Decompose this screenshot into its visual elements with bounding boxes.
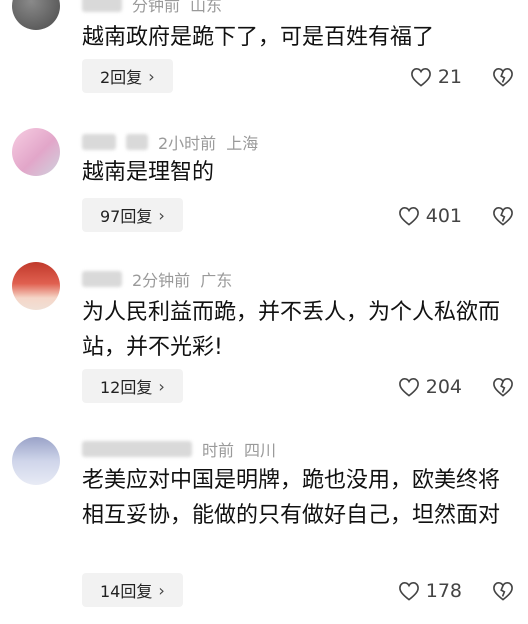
comment-time: 2小时前 (158, 134, 217, 153)
heart-icon (410, 67, 432, 87)
comment-meta: 2分钟前 广东 (82, 267, 232, 291)
like-button[interactable]: 204 (398, 376, 462, 398)
like-count: 401 (425, 205, 462, 227)
reply-button-label: 2回复 (100, 68, 143, 87)
chevron-right-icon: › (158, 580, 165, 600)
username-blurred (82, 0, 122, 12)
comment-text: 越南政府是跪下了，可是百姓有福了 (82, 25, 435, 50)
reply-button-label: 97回复 (100, 207, 153, 226)
comment-location: 山东 (190, 0, 223, 15)
comment-item: 时前 四川 老美应对中国是明牌，跪也没用，欧美终将相互妥协，能做的只有做好自己，… (0, 425, 528, 624)
broken-heart-icon (492, 67, 514, 87)
chevron-right-icon: › (148, 66, 155, 86)
comment-text: 老美应对中国是明牌，跪也没用，欧美终将相互妥协，能做的只有做好自己，坦然面对 (82, 468, 501, 528)
heart-icon (398, 377, 420, 397)
avatar[interactable] (12, 128, 60, 176)
broken-heart-icon (492, 206, 514, 226)
like-count: 21 (437, 66, 462, 88)
reply-button[interactable]: 97回复 › (82, 198, 183, 232)
comment-actions: 204 (398, 376, 514, 398)
comment-item: 分钟前 山东 越南政府是跪下了，可是百姓有福了 2回复 › 21 (0, 0, 528, 110)
comment-location: 四川 (244, 441, 277, 460)
comment-time: 时前 (202, 441, 235, 460)
username-blurred (82, 441, 192, 457)
dislike-button[interactable] (492, 206, 514, 226)
comment-time: 2分钟前 (132, 271, 191, 290)
avatar[interactable] (12, 0, 60, 30)
username-blurred (82, 271, 122, 287)
reply-button[interactable]: 14回复 › (82, 573, 183, 607)
like-count: 178 (425, 580, 462, 602)
comment-actions: 178 (398, 580, 514, 602)
reply-button-label: 14回复 (100, 582, 153, 601)
comment-meta: 2小时前 上海 (82, 130, 258, 154)
comment-text: 为人民利益而跪，并不丢人，为个人私欲而站，并不光彩! (82, 300, 501, 360)
comment-item: 2小时前 上海 越南是理智的 97回复 › 401 (0, 110, 528, 250)
reply-button[interactable]: 12回复 › (82, 369, 183, 403)
broken-heart-icon (492, 581, 514, 601)
like-count: 204 (425, 376, 462, 398)
comment-meta: 时前 四川 (82, 437, 276, 461)
username-blurred (126, 134, 148, 150)
reply-button-label: 12回复 (100, 378, 153, 397)
like-button[interactable]: 401 (398, 205, 462, 227)
heart-icon (398, 206, 420, 226)
like-button[interactable]: 21 (410, 66, 462, 88)
like-button[interactable]: 178 (398, 580, 462, 602)
reply-button[interactable]: 2回复 › (82, 59, 173, 93)
dislike-button[interactable] (492, 581, 514, 601)
comment-location: 上海 (226, 134, 259, 153)
chevron-right-icon: › (158, 205, 165, 225)
comment-actions: 21 (410, 66, 514, 88)
comment-time: 分钟前 (132, 0, 181, 15)
dislike-button[interactable] (492, 67, 514, 87)
username-blurred (82, 134, 116, 150)
comment-item: 2分钟前 广东 为人民利益而跪，并不丢人，为个人私欲而站，并不光彩! 12回复 … (0, 250, 528, 425)
comment-text: 越南是理智的 (82, 160, 215, 185)
avatar[interactable] (12, 437, 60, 485)
comment-meta: 分钟前 山东 (82, 0, 222, 16)
dislike-button[interactable] (492, 377, 514, 397)
avatar[interactable] (12, 262, 60, 310)
broken-heart-icon (492, 377, 514, 397)
chevron-right-icon: › (158, 376, 165, 396)
comment-actions: 401 (398, 205, 514, 227)
comment-location: 广东 (200, 271, 233, 290)
heart-icon (398, 581, 420, 601)
